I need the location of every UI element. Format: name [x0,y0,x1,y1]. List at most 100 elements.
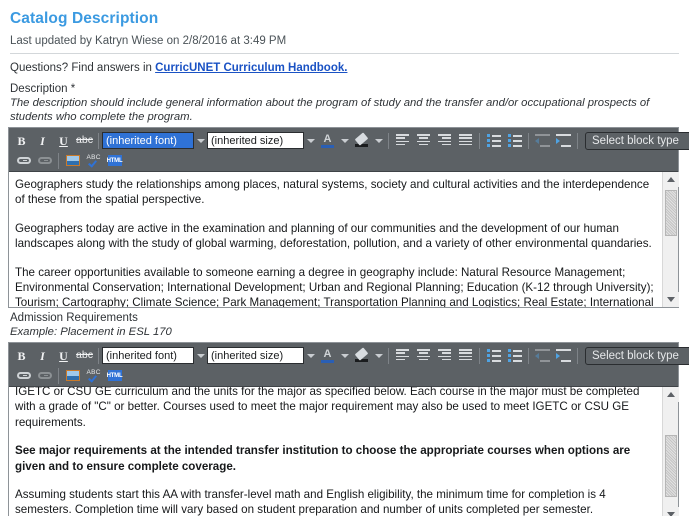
toolbar-separator [388,132,389,149]
toolbar-separator [98,347,99,364]
align-right-icon [438,134,451,147]
description-hint: The description should include general i… [10,97,650,123]
edit-html-button[interactable]: HTML [104,151,125,170]
numbered-list-button[interactable] [504,346,525,365]
admission-paragraph: IGETC or CSU GE curriculum and the units… [15,387,640,429]
bulleted-list-icon [486,349,501,362]
toolbar-row-secondary: ABC HTML [11,151,676,170]
insert-link-button[interactable] [13,151,34,170]
font-size-dropdown-icon[interactable] [304,346,317,365]
insert-link-button[interactable] [13,366,34,385]
toolbar-separator [479,132,480,149]
highlight-icon [354,131,369,147]
indent-button[interactable] [553,346,574,365]
insert-image-button[interactable] [62,151,83,170]
align-right-button[interactable] [434,346,455,365]
align-justify-button[interactable] [455,131,476,150]
font-color-button[interactable]: A [317,131,338,150]
spellcheck-button[interactable]: ABC [83,151,104,170]
align-center-button[interactable] [413,346,434,365]
font-color-dropdown-icon[interactable] [338,346,351,365]
description-paragraph: Geographers study the relationships amon… [15,178,650,207]
font-size-dropdown-icon[interactable] [304,131,317,150]
font-color-dropdown-icon[interactable] [338,131,351,150]
indent-button[interactable] [553,131,574,150]
font-family-dropdown-icon[interactable] [194,131,207,150]
spellcheck-button[interactable]: ABC [83,366,104,385]
admission-scrollbar[interactable] [662,387,679,516]
edit-html-button[interactable]: HTML [104,366,125,385]
align-left-button[interactable] [392,346,413,365]
toolbar-separator [577,347,578,364]
italic-button[interactable]: I [32,346,53,365]
description-editor: B I U abc (inherited font) (inherited si… [8,127,689,308]
align-center-icon [417,349,430,362]
block-type-select[interactable]: Select block type [585,131,689,150]
curriculum-handbook-link[interactable]: CurricUNET Curriculum Handbook. [155,62,347,74]
admission-edit-body: IGETC or CSU GE curriculum and the units… [9,387,679,516]
admission-paragraph: See major requirements at the intended t… [15,444,631,473]
font-family-input[interactable]: (inherited font) [102,132,194,149]
underline-button[interactable]: U [53,346,74,365]
highlight-color-dropdown-icon[interactable] [372,131,385,150]
toolbar-row-primary: B I U abc (inherited font) (inherited si… [11,345,689,366]
font-size-input[interactable]: (inherited size) [207,347,304,364]
last-updated-text: Last updated by Katryn Wiese on 2/8/2016… [10,35,679,54]
toolbar-separator [58,367,59,384]
numbered-list-icon [507,349,522,362]
scrollbar-thumb[interactable] [665,435,677,497]
outdent-icon [535,349,550,362]
numbered-list-button[interactable] [504,131,525,150]
highlight-color-dropdown-icon[interactable] [372,346,385,365]
align-center-icon [417,134,430,147]
outdent-button[interactable] [532,131,553,150]
toolbar-row-primary: B I U abc (inherited font) (inherited si… [11,130,689,151]
highlight-color-button[interactable] [351,131,372,150]
spellcheck-icon: ABC [87,369,101,383]
block-type-label: Select block type [592,134,679,147]
italic-button[interactable]: I [32,131,53,150]
questions-prefix: Questions? Find answers in [10,62,156,74]
admission-label: Admission Requirements [10,312,138,324]
bulleted-list-button[interactable] [483,131,504,150]
bold-button[interactable]: B [11,346,32,365]
outdent-button[interactable] [532,346,553,365]
underline-button[interactable]: U [53,131,74,150]
font-color-icon: A [321,348,334,363]
scroll-up-icon[interactable] [663,172,679,187]
admission-editor: B I U abc (inherited font) (inherited si… [8,342,689,516]
page-title: Catalog Description [10,10,159,27]
bold-button[interactable]: B [11,131,32,150]
image-icon [65,370,80,381]
toolbar-separator [528,132,529,149]
remove-link-button[interactable] [34,366,55,385]
insert-image-button[interactable] [62,366,83,385]
description-textarea[interactable]: Geographers study the relationships amon… [9,172,662,307]
admission-paragraph: Assuming students start this AA with tra… [15,488,606,516]
font-color-button[interactable]: A [317,346,338,365]
scroll-down-icon[interactable] [663,507,679,516]
description-scrollbar[interactable] [662,172,679,307]
align-left-icon [396,349,409,362]
toolbar-separator [388,347,389,364]
strikethrough-button[interactable]: abc [74,346,95,365]
admission-hint: Example: Placement in ESL 170 [10,326,172,338]
scroll-up-icon[interactable] [663,387,679,402]
font-size-input[interactable]: (inherited size) [207,132,304,149]
align-left-button[interactable] [392,131,413,150]
block-type-select[interactable]: Select block type [585,346,689,365]
scrollbar-thumb[interactable] [665,190,677,236]
remove-link-button[interactable] [34,151,55,170]
font-family-dropdown-icon[interactable] [194,346,207,365]
strikethrough-button[interactable]: abc [74,131,95,150]
scroll-down-icon[interactable] [663,292,679,307]
align-left-icon [396,134,409,147]
align-justify-button[interactable] [455,346,476,365]
align-center-button[interactable] [413,131,434,150]
bulleted-list-button[interactable] [483,346,504,365]
align-right-button[interactable] [434,131,455,150]
html-icon: HTML [107,155,123,166]
highlight-color-button[interactable] [351,346,372,365]
admission-textarea[interactable]: IGETC or CSU GE curriculum and the units… [9,387,662,516]
font-family-input[interactable]: (inherited font) [102,347,194,364]
